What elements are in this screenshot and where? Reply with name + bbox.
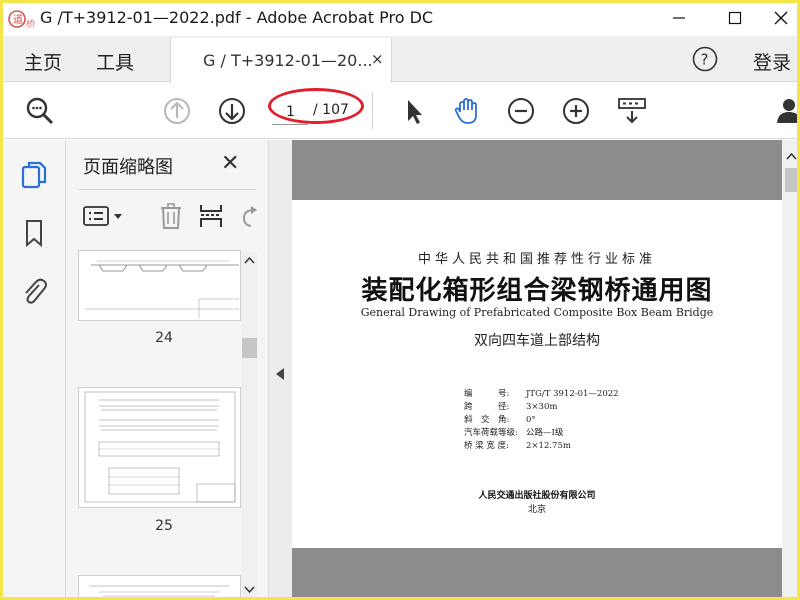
title-bar: 道 桥 G /T+3912-01—2022.pdf - Adobe Acroba… — [0, 0, 800, 36]
toolbar: 1 / 107 — [0, 83, 800, 139]
previous-page-icon[interactable] — [161, 95, 193, 127]
info-row: 斜 交 角: 0° — [464, 415, 536, 425]
document-city: 北京 — [527, 505, 546, 515]
thumbnail-drawing — [85, 260, 239, 319]
scroll-down-icon[interactable] — [244, 586, 255, 594]
document-info-block: 编 号: JTG/T 3912-01—2022 跨 径: 3×30m 斜 交 角: 0… — [464, 388, 619, 453]
tab-home[interactable]: 主页 — [24, 48, 62, 75]
rotate-icon[interactable] — [238, 204, 258, 230]
document-title: 装配化箱形组合梁钢桥通用图 — [361, 276, 713, 306]
maximize-button[interactable] — [712, 0, 758, 36]
zoom-in-icon[interactable] — [560, 95, 592, 127]
scrollbar-thumb[interactable] — [242, 338, 257, 358]
page-thumbnails-icon[interactable] — [20, 160, 48, 190]
svg-text:?: ? — [701, 51, 709, 69]
thumbnail-options-icon[interactable] — [82, 204, 126, 230]
annotation-ellipse — [268, 88, 364, 124]
document-english-title: General Drawing of Prefabricated Composi… — [360, 306, 714, 319]
zoom-out-icon[interactable] — [505, 95, 537, 127]
hand-tool-icon[interactable] — [451, 95, 483, 127]
window-title: G /T+3912-01—2022.pdf - Adobe Acrobat Pr… — [40, 8, 434, 27]
info-row: 编 号: JTG/T 3912-01—2022 — [464, 389, 619, 399]
close-window-button[interactable] — [758, 0, 800, 36]
thumbnail-scrollbar[interactable] — [241, 252, 258, 600]
collapse-left-icon[interactable] — [276, 368, 284, 380]
panel-divider — [78, 189, 256, 190]
thumbnail-page-24[interactable] — [78, 250, 241, 321]
panel-close-button[interactable]: ✕ — [221, 151, 239, 176]
pdf-page: 中华人民共和国推荐性行业标准 装配化箱形组合梁钢桥通用图 General Dra… — [292, 200, 782, 548]
document-scrollbar[interactable] — [782, 140, 800, 600]
thumbnails-panel: 页面缩略图 ✕ 24 25 — [66, 140, 268, 600]
search-icon[interactable] — [24, 95, 56, 127]
thumbnail-list: 24 25 — [66, 250, 241, 600]
login-button[interactable]: 登录 — [753, 48, 791, 75]
document-tab-label: G / T+3912-01—20... — [203, 51, 373, 70]
info-row: 跨 径: 3×30m — [464, 402, 558, 412]
scrollbar-thumb[interactable] — [785, 168, 797, 192]
thumbnail-drawing — [84, 391, 236, 503]
watermark-logo-icon: 道 桥 — [8, 10, 35, 30]
left-navigation-rail — [0, 140, 66, 600]
tab-bar: 主页 工具 G / T+3912-01—20... × — [0, 36, 800, 83]
panel-collapse-strip[interactable] — [268, 140, 292, 600]
thumbnail-label: 24 — [155, 330, 173, 346]
thumbnail-page-26[interactable] — [78, 575, 241, 600]
thumbnail-drawing — [89, 585, 229, 597]
document-subtitle: 中华人民共和国推荐性行业标准 — [417, 252, 656, 267]
select-cursor-icon[interactable] — [398, 95, 430, 127]
help-icon[interactable]: ? — [692, 46, 718, 72]
toolbar-separator — [372, 93, 373, 129]
maximize-icon — [728, 11, 742, 25]
scroll-up-icon[interactable] — [244, 256, 255, 264]
attachment-icon[interactable] — [20, 276, 48, 306]
scroll-mode-icon[interactable] — [616, 95, 648, 127]
document-part-title: 双向四车道上部结构 — [474, 333, 600, 349]
info-row: 桥 梁 宽 度: 2×12.75m — [464, 441, 571, 451]
bookmark-icon[interactable] — [20, 218, 48, 248]
document-view[interactable]: 中华人民共和国推荐性行业标准 装配化箱形组合梁钢桥通用图 General Dra… — [292, 140, 782, 600]
share-user-icon[interactable] — [774, 95, 800, 127]
document-tab-close-button[interactable]: × — [371, 50, 384, 68]
delete-icon[interactable] — [158, 202, 184, 230]
extract-page-icon[interactable] — [198, 202, 224, 230]
tab-document[interactable]: G / T+3912-01—20... × — [170, 38, 392, 83]
panel-title: 页面缩略图 — [83, 157, 173, 178]
close-icon — [774, 11, 788, 25]
next-page-icon[interactable] — [216, 95, 248, 127]
minimize-button[interactable] — [656, 0, 702, 36]
minimize-icon — [673, 17, 685, 19]
info-row: 汽车荷载等级: 公路—Ⅰ级 — [464, 428, 564, 438]
thumbnail-label: 25 — [155, 518, 173, 534]
svg-text:道: 道 — [13, 13, 23, 26]
svg-text:桥: 桥 — [26, 18, 35, 30]
scroll-up-icon[interactable] — [786, 152, 797, 160]
thumbnail-page-25[interactable] — [78, 387, 241, 508]
document-publisher: 人民交通出版社股份有限公司 — [478, 491, 596, 501]
tab-tools[interactable]: 工具 — [96, 48, 134, 75]
